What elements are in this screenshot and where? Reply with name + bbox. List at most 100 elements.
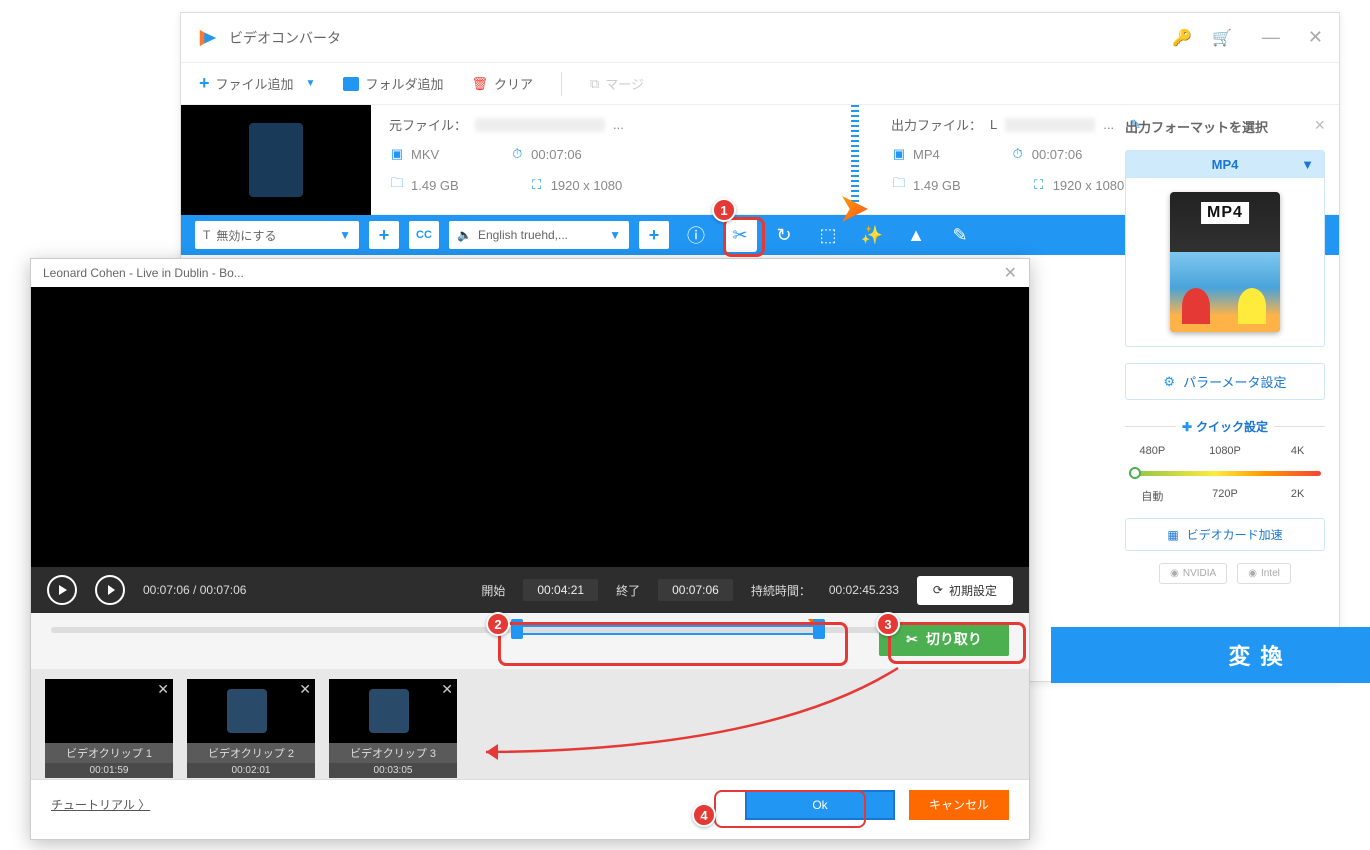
effects-icon[interactable]: ✨ [855, 218, 889, 252]
source-file-panel: 元ファイル： ... ▣MKV ⏱00:07:06 🗀1.49 GB ⛶1920… [371, 105, 837, 214]
bottom-bar: 変換 ⏰ [1051, 625, 1370, 685]
annotation-badge-1: 1 [712, 198, 736, 222]
rotate-icon[interactable]: ↻ [767, 218, 801, 252]
time-display: 00:07:06 / 00:07:06 [143, 583, 246, 597]
title-shop-icons: 🔑 🛒 [1172, 28, 1232, 48]
merge-button[interactable]: ⧉ マージ [590, 74, 644, 93]
plus-icon: + [379, 225, 390, 246]
convert-button[interactable]: 変換 [1051, 627, 1370, 683]
editor-video-preview[interactable] [31, 287, 1029, 567]
clip-item[interactable]: ✕ ビデオクリップ 1 00:01:59 [45, 679, 173, 769]
nvidia-chip[interactable]: ◉NVIDIA [1159, 563, 1227, 584]
format-selector[interactable]: MP4 ▼ MP4 [1125, 150, 1325, 347]
app-title: ビデオコンバータ [229, 28, 1172, 48]
cut-tool-button[interactable]: ✂ [723, 218, 757, 252]
resolution-slider[interactable] [1129, 471, 1321, 476]
clip-time: 00:01:59 [45, 763, 173, 778]
crop-icon[interactable]: ⬚ [811, 218, 845, 252]
info-icon[interactable]: ⓘ [679, 218, 713, 252]
film-icon: ▣ [389, 146, 405, 162]
intel-label: Intel [1261, 568, 1280, 579]
close-icon[interactable]: ✕ [1308, 27, 1323, 48]
add-file-button[interactable]: + ファイル追加 ▼ [199, 73, 315, 94]
intel-chip[interactable]: ◉ Intel [1237, 563, 1291, 584]
add-folder-label: フォルダ追加 [365, 74, 443, 93]
res-2k: 2K [1270, 488, 1325, 504]
step-play-button[interactable] [95, 575, 125, 605]
add-folder-button[interactable]: フォルダ追加 [343, 74, 443, 93]
cancel-button[interactable]: キャンセル [909, 790, 1009, 820]
resolution-labels-bottom: 自動 720P 2K [1125, 488, 1325, 504]
toolbar-divider [561, 72, 562, 96]
watermark-icon[interactable]: ▲ [899, 218, 933, 252]
editor-dialog: Leonard Cohen - Live in Dublin - Bo... ✕… [30, 258, 1030, 840]
timeline-handle-right[interactable] [813, 619, 825, 639]
parameter-settings-button[interactable]: ⚙ パラーメータ設定 [1125, 363, 1325, 400]
clip-time: 00:03:05 [329, 763, 457, 778]
cc-button[interactable]: CC [409, 221, 439, 249]
output-filename [1005, 118, 1095, 132]
editor-title: Leonard Cohen - Live in Dublin - Bo... [43, 266, 244, 280]
minimize-icon[interactable]: — [1262, 27, 1280, 48]
start-time-input[interactable]: 00:04:21 [523, 579, 598, 601]
annotation-badge-2: 2 [486, 612, 510, 636]
format-panel-title: 出力フォーマットを選択 [1125, 117, 1325, 136]
slider-handle[interactable] [1129, 467, 1141, 479]
param-label: パラーメータ設定 [1183, 372, 1286, 391]
plus-icon: + [649, 225, 660, 246]
reset-label: 初期設定 [949, 582, 997, 599]
toolbar: + ファイル追加 ▼ フォルダ追加 🗑 クリア ⧉ マージ [181, 63, 1339, 105]
annotation-badge-4: 4 [692, 803, 716, 827]
timeline-selection [511, 625, 818, 635]
res-auto: 自動 [1125, 488, 1180, 504]
remove-clip-icon[interactable]: ✕ [157, 681, 169, 698]
remove-clip-icon[interactable]: ✕ [299, 681, 311, 698]
hardware-accel-button[interactable]: ▦ ビデオカード加速 [1125, 518, 1325, 551]
play-icon [59, 585, 67, 595]
end-time-input[interactable]: 00:07:06 [658, 579, 733, 601]
clip-label: ビデオクリップ 1 [45, 743, 173, 763]
reset-button[interactable]: ⟳初期設定 [917, 576, 1013, 605]
remove-clip-icon[interactable]: ✕ [441, 681, 453, 698]
nvidia-icon: ◉ [1170, 568, 1179, 579]
clips-row: ✕ ビデオクリップ 1 00:01:59 ✕ ビデオクリップ 2 00:02:0… [31, 669, 1029, 779]
app-logo-icon [197, 27, 219, 49]
cart-icon[interactable]: 🛒 [1212, 28, 1232, 48]
text-icon: T [203, 228, 210, 242]
add-subtitle-button[interactable]: + [369, 221, 399, 249]
clip-item[interactable]: ✕ ビデオクリップ 2 00:02:01 [187, 679, 315, 769]
res-480: 480P [1125, 445, 1180, 457]
timeline-track[interactable] [51, 627, 1009, 633]
timeline-handle-left[interactable] [511, 619, 523, 639]
format-preview: MP4 [1126, 178, 1324, 346]
ellipsis-icon: ... [1103, 117, 1114, 132]
intel-icon: ◉ [1248, 568, 1257, 579]
format-dropdown[interactable]: MP4 ▼ [1126, 151, 1324, 178]
file-thumbnail[interactable] [181, 105, 371, 215]
folder-size-icon: 🗀 [891, 174, 907, 196]
tutorial-link[interactable]: チュートリアル 〉 [51, 796, 150, 813]
edit-icon[interactable]: ✎ [943, 218, 977, 252]
clip-item[interactable]: ✕ ビデオクリップ 3 00:03:05 [329, 679, 457, 769]
play-button[interactable] [47, 575, 77, 605]
clear-button[interactable]: 🗑 クリア [471, 74, 533, 93]
ok-button[interactable]: Ok [745, 790, 895, 820]
add-file-label: ファイル追加 [216, 74, 294, 93]
editor-controls: 00:07:06 / 00:07:06 開始 00:04:21 終了 00:07… [31, 567, 1029, 613]
editor-footer: チュートリアル 〉 Ok キャンセル [31, 779, 1029, 829]
chevron-down-icon: ▼ [609, 228, 621, 242]
window-controls: — ✕ [1262, 27, 1323, 48]
audio-dropdown[interactable]: 🔈 English truehd,... ▼ [449, 221, 629, 249]
clip-thumbnail: ✕ [329, 679, 457, 743]
output-label: 出力ファイル： [891, 115, 982, 134]
close-icon[interactable]: ✕ [1004, 263, 1017, 283]
cancel-label: キャンセル [929, 796, 989, 813]
clip-label: ビデオクリップ 2 [187, 743, 315, 763]
add-audio-button[interactable]: + [639, 221, 669, 249]
key-icon[interactable]: 🔑 [1172, 28, 1192, 48]
resolution-icon: ⛶ [1031, 177, 1047, 193]
res-720: 720P [1198, 488, 1253, 504]
end-label: 終了 [616, 582, 640, 599]
subtitle-dropdown[interactable]: T 無効にする ▼ [195, 221, 359, 249]
mp4-card-label: MP4 [1201, 202, 1249, 224]
